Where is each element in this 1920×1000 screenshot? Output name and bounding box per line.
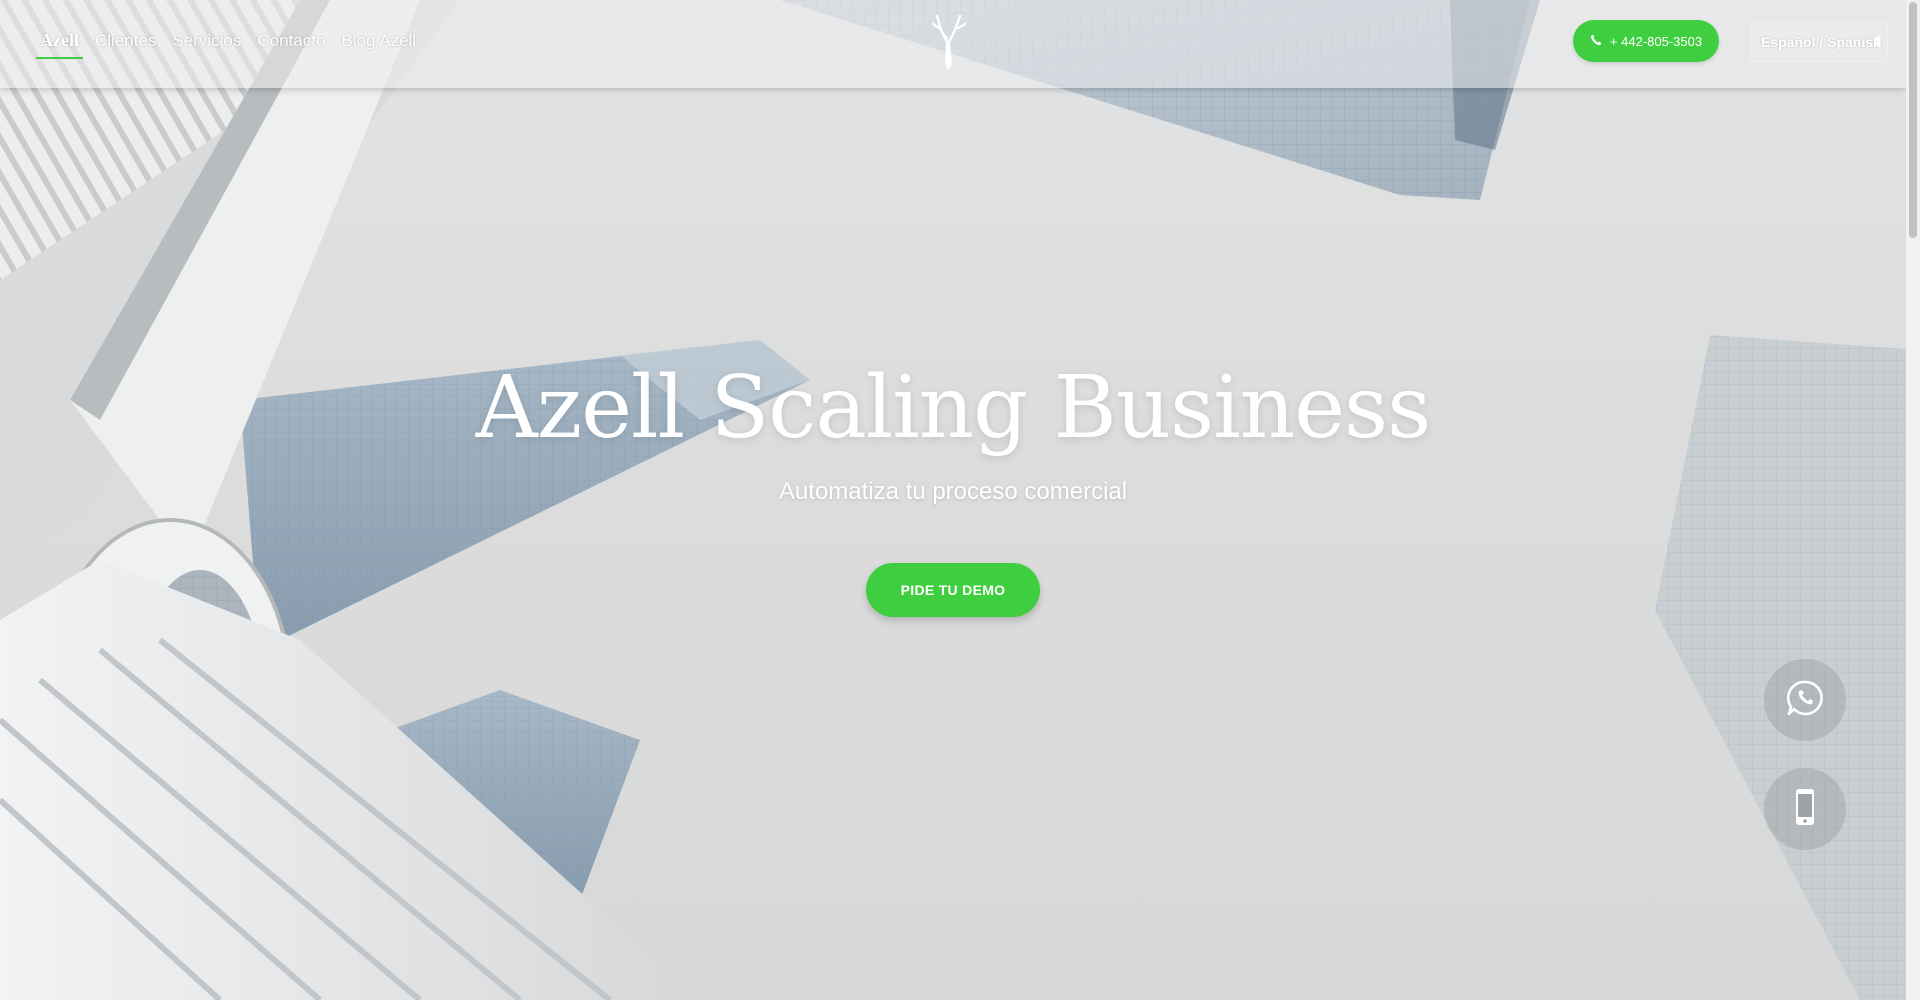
deer-antler-icon[interactable]	[927, 12, 969, 70]
hero-subtitle: Automatiza tu proceso comercial	[778, 478, 1128, 505]
mobile-phone-icon	[1785, 787, 1825, 832]
mobile-call-button[interactable]	[1764, 768, 1846, 850]
site-header: Azell Clientes Servicios Contacto Blog A…	[0, 0, 1906, 88]
nav-item-clientes[interactable]: Clientes	[95, 31, 156, 59]
whatsapp-icon	[1785, 678, 1825, 723]
nav-item-blog[interactable]: Blog Azell	[341, 31, 416, 59]
scrollbar-thumb[interactable]	[1909, 2, 1917, 238]
main-nav: Azell Clientes Servicios Contacto Blog A…	[36, 30, 416, 59]
demo-button[interactable]: PIDE TU DEMO	[866, 563, 1040, 617]
nav-item-servicios[interactable]: Servicios	[172, 31, 241, 59]
nav-item-contacto[interactable]: Contacto	[257, 31, 325, 59]
phone-icon	[1590, 34, 1602, 49]
whatsapp-button[interactable]	[1764, 659, 1846, 741]
page: Azell Clientes Servicios Contacto Blog A…	[0, 0, 1920, 1000]
language-selected: Español / Spanish	[1761, 34, 1882, 50]
page-scrollbar[interactable]	[1906, 0, 1920, 1000]
hero-title: Azell Scaling Business	[475, 358, 1432, 458]
nav-item-azell[interactable]: Azell	[36, 30, 83, 59]
language-select[interactable]: Español / Spanish	[1750, 22, 1888, 62]
phone-button[interactable]: + 442-805-3503	[1573, 20, 1719, 62]
phone-number: + 442-805-3503	[1609, 33, 1703, 49]
select-arrows-icon	[1875, 35, 1881, 47]
